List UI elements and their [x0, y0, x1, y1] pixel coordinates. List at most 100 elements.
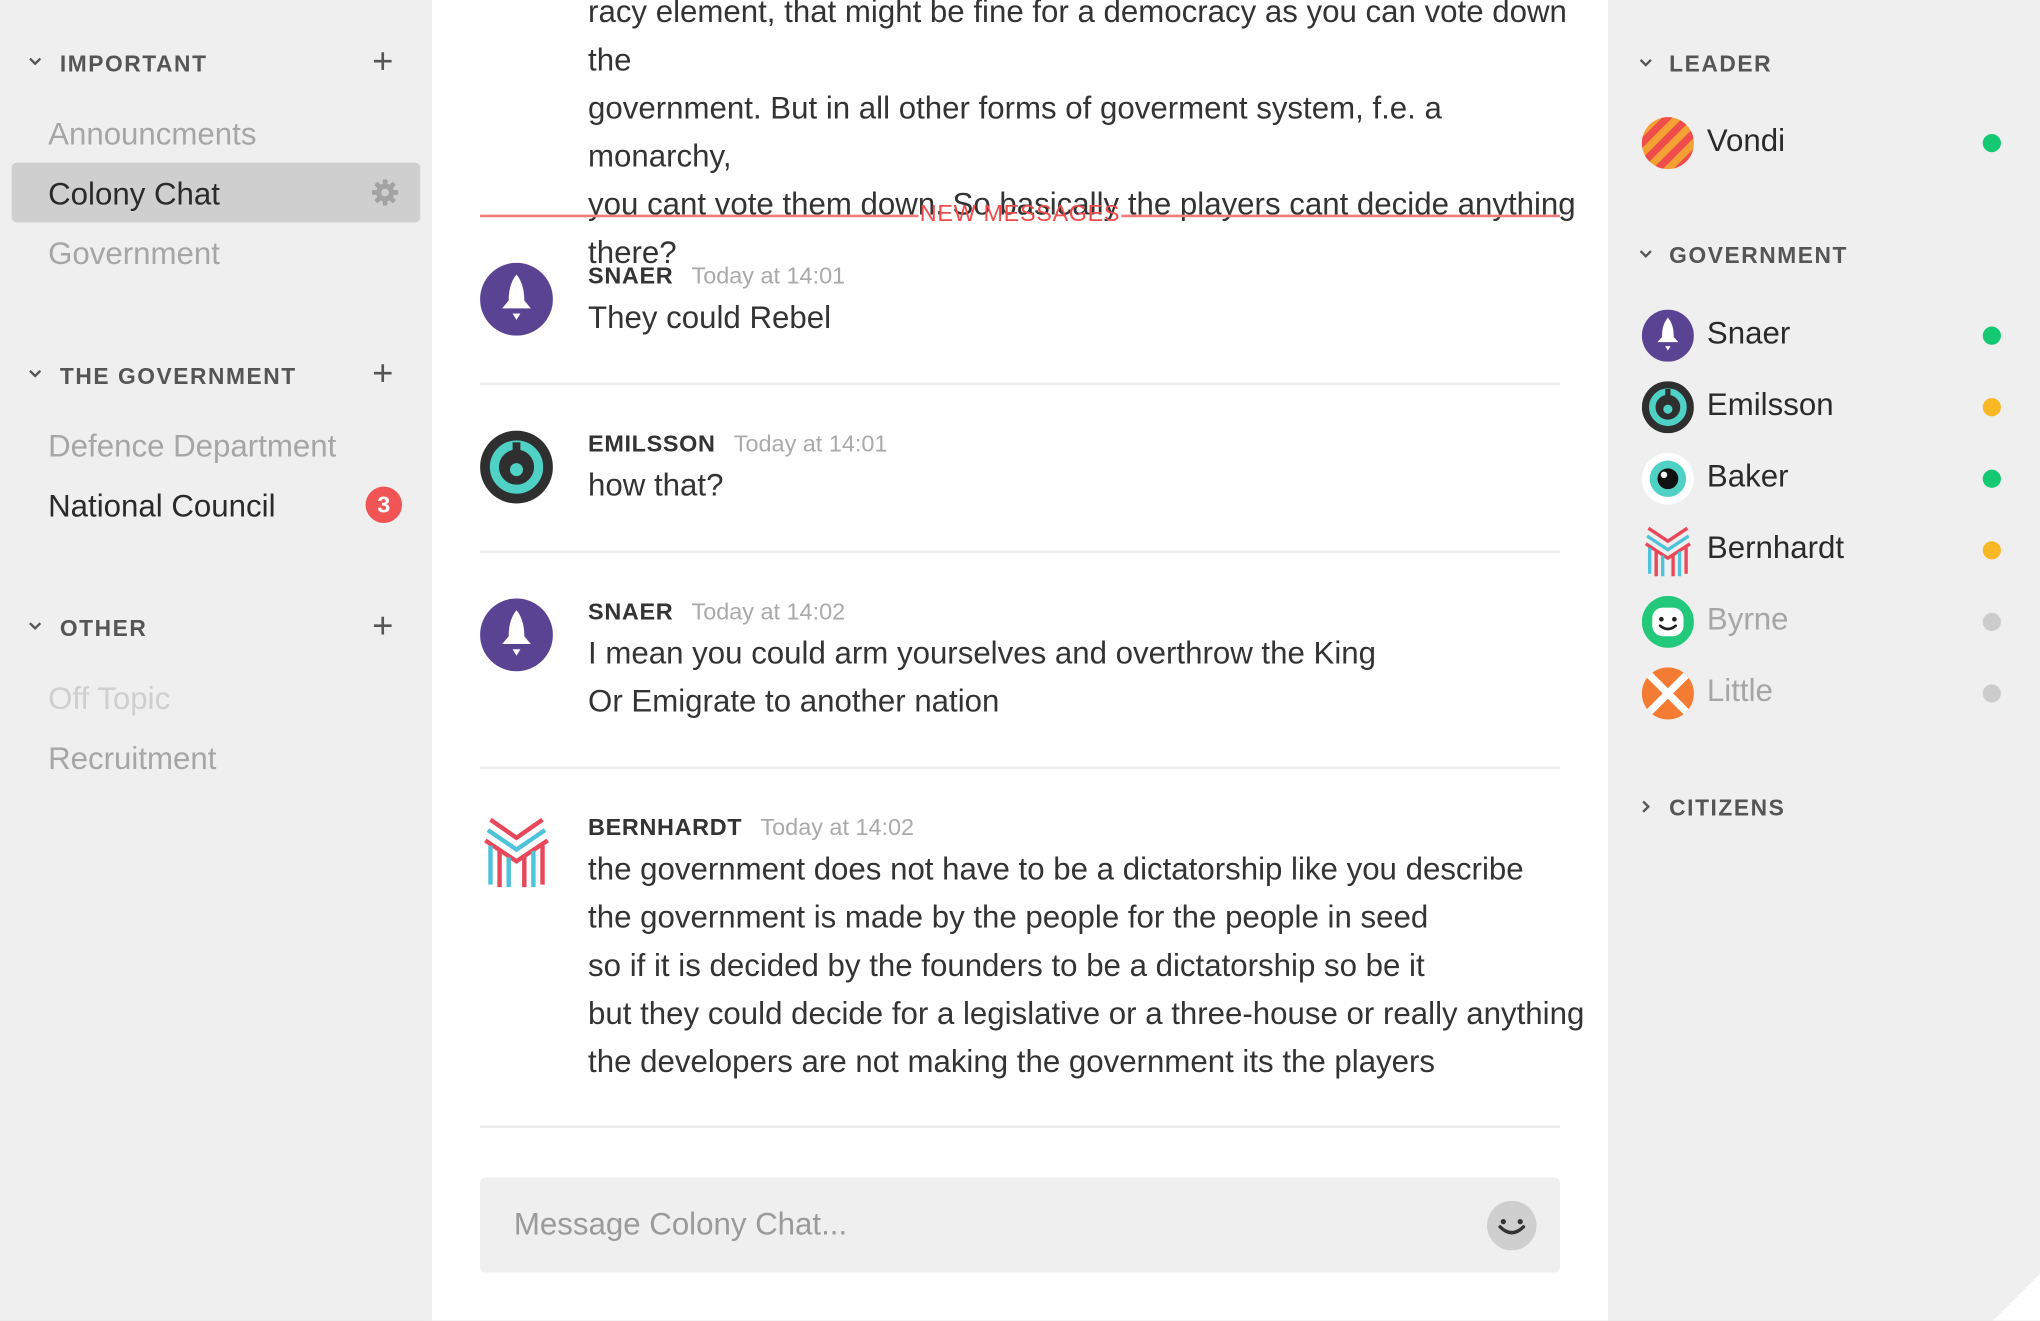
member-group-leader[interactable]: LEADER: [1634, 46, 2024, 82]
chevron-down-icon: [29, 369, 42, 378]
message-line: racy element, that might be fine for a d…: [588, 0, 1567, 79]
message-input[interactable]: [480, 1177, 1477, 1273]
add-channel-icon[interactable]: +: [372, 42, 393, 79]
ring-avatar-icon: [1641, 381, 1694, 434]
message-line: so if it is decided by the founders to b…: [588, 948, 1425, 984]
chevron-right-icon: [1642, 800, 1651, 813]
member-group-government[interactable]: GOVERNMENT: [1634, 237, 2024, 273]
status-idle-dot: [1982, 398, 2001, 417]
message-timestamp: Today at 14:02: [760, 814, 915, 841]
message-header: SNAER Today at 14:02: [588, 598, 845, 629]
member-name: Little: [1706, 673, 1773, 710]
message-line: government. But in all other forms of go…: [588, 91, 1442, 175]
diagonal-stripes-avatar-icon: [1641, 117, 1694, 170]
category-title: IMPORTANT: [59, 50, 208, 77]
message-line: the developers are not making the govern…: [588, 1044, 1436, 1080]
member-snaer[interactable]: Snaer: [1641, 307, 2006, 364]
member-emilsson[interactable]: Emilsson: [1641, 379, 2006, 436]
message-body: They could Rebel: [588, 294, 831, 342]
member-group-title: LEADER: [1669, 50, 1773, 77]
message-timestamp: Today at 14:02: [691, 598, 846, 625]
member-name: Baker: [1706, 459, 1789, 495]
member-group-citizens[interactable]: CITIZENS: [1634, 790, 2024, 826]
rocket-avatar-icon[interactable]: [480, 262, 553, 336]
page-fold-corner: [1993, 1273, 2040, 1321]
message-body: how that?: [588, 462, 723, 510]
gear-icon[interactable]: [371, 178, 400, 207]
channel-off-topic[interactable]: Off Topic: [12, 667, 421, 727]
category-other[interactable]: OTHER +: [23, 607, 413, 646]
emoji-smiley-icon[interactable]: [1487, 1200, 1537, 1251]
channel-national-council[interactable]: National Council 3: [12, 475, 421, 535]
ring-avatar-icon[interactable]: [480, 430, 553, 504]
channel-label: Off Topic: [48, 681, 171, 717]
rocket-avatar-icon: [1641, 309, 1694, 362]
channel-sidebar: IMPORTANT + Announcments Colony Chat Gov…: [0, 0, 432, 1321]
message-divider: [480, 1125, 1560, 1128]
member-vondi[interactable]: Vondi: [1641, 114, 2006, 171]
status-idle-dot: [1982, 541, 2001, 560]
new-messages-divider: NEW MESSAGES: [480, 199, 1560, 233]
message-line: I mean you could arm yourselves and over…: [588, 636, 1377, 672]
message-body: I mean you could arm yourselves and over…: [588, 630, 1376, 726]
channel-label: Recruitment: [48, 741, 217, 777]
channel-announcments[interactable]: Announcments: [12, 103, 421, 163]
message-header: BERNHARDT Today at 14:02: [588, 814, 914, 845]
message-author[interactable]: SNAER: [588, 263, 673, 289]
message-author[interactable]: EMILSSON: [588, 431, 716, 457]
status-online-dot: [1982, 469, 2001, 488]
status-offline-dot: [1982, 684, 2001, 703]
chevron-down-icon: [29, 57, 42, 66]
member-list: LEADER Vondi GOVERNMENT Snaer Emilsson B…: [1608, 0, 2040, 1321]
message-line: how that?: [588, 468, 724, 504]
new-messages-label: NEW MESSAGES: [919, 200, 1121, 227]
channel-label: Government: [48, 236, 220, 272]
member-group-title: CITIZENS: [1669, 794, 1786, 821]
channel-label: Colony Chat: [48, 176, 220, 213]
message-body: the government does not have to be a dic…: [588, 846, 1584, 1087]
message-composer: [480, 1177, 1560, 1273]
rocket-avatar-icon[interactable]: [480, 598, 553, 672]
category-the-government[interactable]: THE GOVERNMENT +: [23, 355, 413, 394]
member-byrne[interactable]: Byrne: [1641, 593, 2006, 650]
message-author[interactable]: SNAER: [588, 598, 673, 624]
member-name: Snaer: [1706, 316, 1791, 352]
member-group-title: GOVERNMENT: [1669, 241, 1848, 269]
chevron-down-icon: [29, 622, 42, 631]
message-line: They could Rebel: [588, 300, 832, 336]
chevron-down-icon: [1639, 59, 1652, 67]
message-line: the government is made by the people for…: [588, 900, 1429, 936]
channel-colony-chat[interactable]: Colony Chat: [11, 162, 421, 223]
message-timestamp: Today at 14:01: [691, 262, 846, 289]
channel-recruitment[interactable]: Recruitment: [12, 727, 421, 787]
message-line: Or Emigrate to another nation: [588, 684, 1000, 720]
status-online-dot: [1982, 326, 2001, 345]
message-timestamp: Today at 14:01: [733, 430, 888, 457]
channel-government[interactable]: Government: [12, 222, 421, 282]
category-title: THE GOVERNMENT: [59, 362, 297, 389]
stripes-avatar-icon: [1644, 526, 1691, 577]
eye-avatar-icon: [1641, 452, 1694, 505]
stripes-avatar-icon[interactable]: [480, 814, 553, 888]
message-header: EMILSSON Today at 14:01: [588, 431, 887, 462]
channel-defence-department[interactable]: Defence Department: [12, 415, 421, 475]
smiley-avatar-icon: [1641, 595, 1694, 648]
channel-label: National Council: [48, 489, 276, 525]
member-bernhardt[interactable]: Bernhardt: [1642, 522, 2006, 579]
unread-badge: 3: [365, 486, 403, 524]
message-divider: [480, 550, 1560, 553]
message-header: SNAER Today at 14:01: [588, 263, 845, 294]
add-channel-icon[interactable]: +: [372, 607, 393, 644]
channel-label: Defence Department: [48, 429, 337, 465]
member-name: Byrne: [1706, 602, 1789, 638]
message-line: but they could decide for a legislative …: [588, 996, 1585, 1032]
channel-label: Announcments: [48, 117, 257, 153]
message-author[interactable]: BERNHARDT: [588, 814, 742, 840]
member-little[interactable]: Little: [1641, 665, 2006, 722]
status-offline-dot: [1982, 612, 2001, 631]
member-name: Emilsson: [1706, 387, 1834, 423]
category-important[interactable]: IMPORTANT +: [23, 42, 413, 82]
cross-avatar-icon: [1641, 667, 1694, 720]
member-baker[interactable]: Baker: [1641, 450, 2006, 507]
add-channel-icon[interactable]: +: [372, 355, 393, 391]
